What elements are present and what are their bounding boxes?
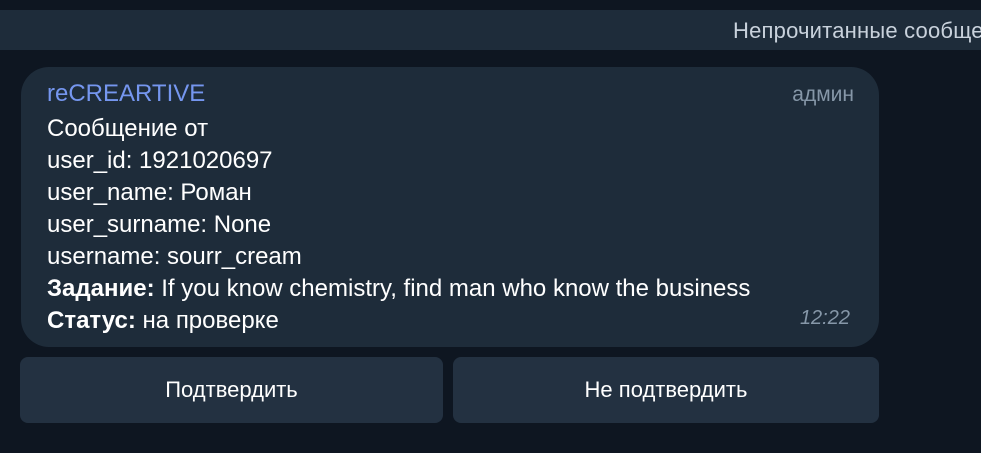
status-label: Статус:: [47, 307, 136, 334]
task-label: Задание: [47, 275, 147, 302]
message-line-user-surname: user_surname: None: [47, 211, 272, 238]
reject-button[interactable]: Не подтвердить: [453, 357, 879, 423]
sender-name[interactable]: reCREARTIVE: [47, 80, 205, 108]
admin-badge: админ: [792, 83, 854, 106]
unread-messages-label: Непрочитанные сообщения: [733, 18, 981, 43]
message-timestamp: 12:22: [799, 307, 850, 329]
message-line-user-name: user_name: Роман: [47, 179, 252, 206]
unread-messages-divider: Непрочитанные сообщения: [0, 10, 981, 50]
task-value: If you know chemistry, find man who know…: [154, 275, 751, 302]
message-line-username: username: sourr_cream: [47, 243, 302, 270]
status-value: на проверке: [135, 307, 279, 334]
message-bubble[interactable]: reCREARTIVE админ Сообщение от user_id: …: [21, 67, 879, 347]
confirm-button[interactable]: Подтвердить: [20, 357, 443, 423]
message-line-task: Задание: If you know chemistry, find man…: [47, 273, 750, 305]
message-line-status: Статус: на проверке: [47, 305, 279, 337]
message-line-heading: Сообщение от: [47, 115, 209, 142]
task-separator: :: [146, 275, 155, 302]
message-line-user-id: user_id: 1921020697: [47, 147, 273, 174]
